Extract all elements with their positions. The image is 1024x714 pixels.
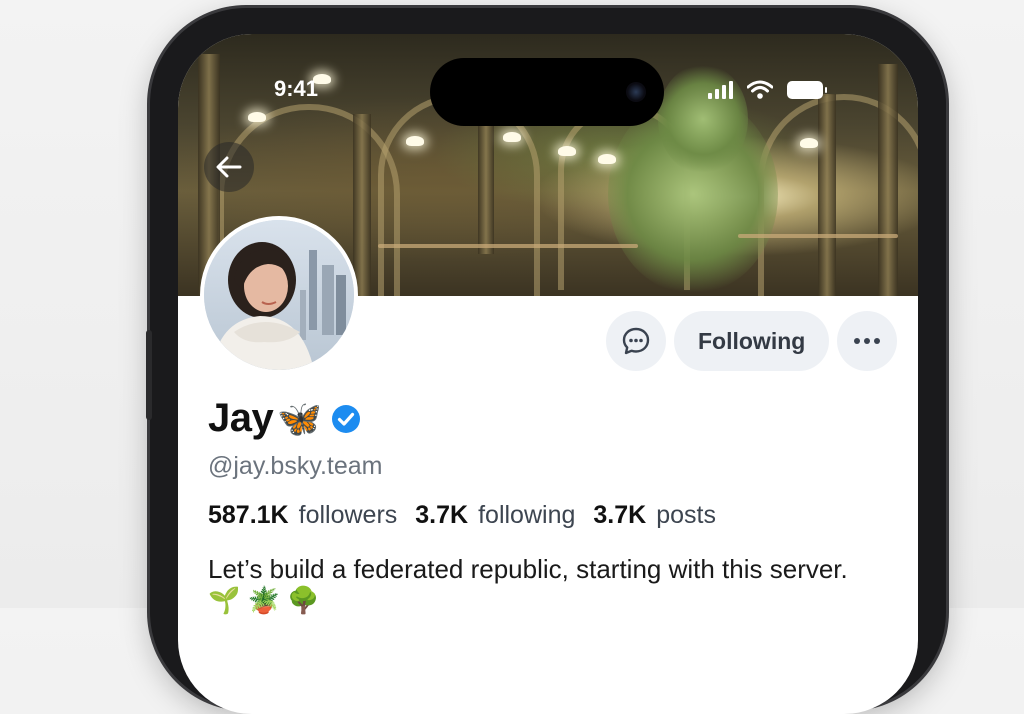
dynamic-island [430, 58, 664, 126]
profile-avatar[interactable] [200, 216, 358, 374]
stat-label: following [478, 501, 576, 529]
banner-pillar [878, 64, 898, 296]
banner-pillar [818, 94, 836, 296]
stat-value: 587.1K [208, 501, 289, 529]
front-camera [626, 82, 646, 102]
stat-value: 3.7K [415, 501, 469, 529]
following-button[interactable]: Following [674, 311, 830, 371]
battery-icon [787, 81, 827, 99]
banner-lamp [800, 138, 818, 148]
profile-handle[interactable]: @jay.bsky.team [208, 452, 383, 481]
arrow-left-icon [216, 156, 242, 178]
phone-screen: 9:41 Following Jay 🦋 @jay.bsky.team 587.… [178, 34, 918, 714]
banner-lamp [598, 154, 616, 164]
stat-label: posts [656, 501, 716, 529]
avatar-photo [204, 220, 354, 370]
banner-railing [378, 244, 638, 248]
stat-following[interactable]: 3.7K following [415, 501, 575, 530]
back-button[interactable] [204, 142, 254, 192]
more-options-button[interactable] [837, 311, 898, 371]
message-button[interactable] [606, 311, 666, 371]
banner-lamp [558, 146, 576, 156]
stat-value: 3.7K [593, 501, 647, 529]
verified-check-icon[interactable] [330, 403, 362, 435]
profile-stats: 587.1K followers 3.7K following 3.7K posts [208, 501, 716, 530]
banner-lamp [248, 112, 266, 122]
profile-bio: Let’s build a federated republic, starti… [208, 554, 848, 615]
stat-followers[interactable]: 587.1K followers [208, 501, 397, 530]
status-time: 9:41 [274, 76, 319, 101]
banner-lamp [406, 136, 424, 146]
display-name: Jay [208, 396, 274, 440]
banner-pillar [353, 114, 371, 296]
phone-side-button [146, 330, 152, 420]
stat-label: followers [298, 501, 398, 529]
banner-pillar [478, 104, 494, 254]
banner-lamp [503, 132, 521, 142]
name-emoji: 🦋 [277, 397, 322, 439]
profile-actions: Following [606, 311, 898, 371]
ellipsis-icon [854, 338, 881, 344]
wifi-icon [747, 80, 773, 99]
profile-name-row: Jay 🦋 [208, 396, 362, 441]
chat-bubble-icon [622, 327, 650, 355]
cellular-signal-icon [708, 81, 733, 99]
banner-railing [738, 234, 898, 238]
stat-posts: 3.7K posts [593, 501, 716, 530]
status-icons [708, 78, 827, 102]
